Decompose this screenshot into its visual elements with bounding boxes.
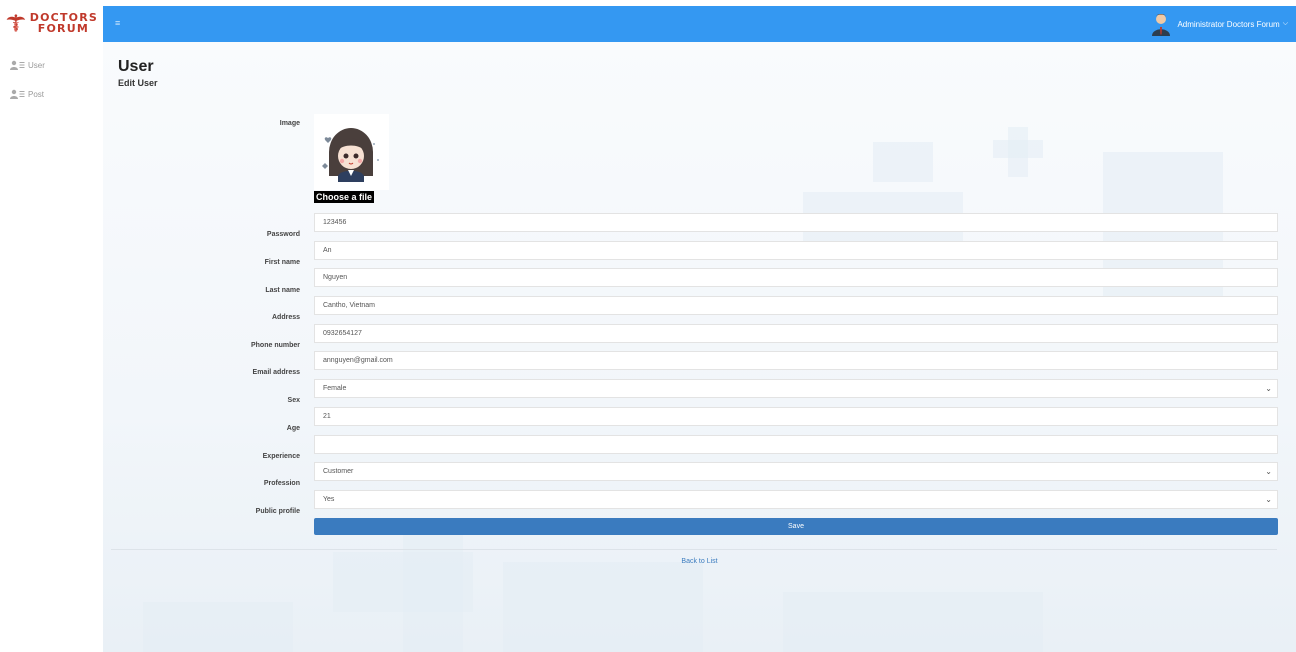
- address-label: Address: [271, 314, 300, 321]
- sex-label: Sex: [287, 397, 300, 404]
- users-icon: [10, 89, 25, 99]
- email-label: Email address: [252, 369, 300, 376]
- public-profile-select[interactable]: Yes ⌄: [314, 490, 1278, 509]
- public-profile-label: Public profile: [255, 508, 300, 515]
- main-content: User Edit User Image Choose a file Passw…: [103, 42, 1296, 652]
- sidebar-item-post[interactable]: Post: [10, 87, 45, 101]
- address-field[interactable]: Cantho, Vietnam: [314, 296, 1278, 315]
- chevron-down-icon: ⌄: [1265, 495, 1272, 504]
- address-value: Cantho, Vietnam: [323, 302, 376, 309]
- password-label: Password: [266, 231, 300, 238]
- phone-label: Phone number: [250, 342, 300, 349]
- last-name-label: Last name: [265, 287, 300, 294]
- caduceus-logo-icon: [6, 14, 26, 32]
- chevron-down-icon: ⌄: [1265, 467, 1272, 476]
- background-decoration: [403, 522, 463, 652]
- top-navbar: ≡ Administrator Doctors Forum ⌵: [103, 6, 1296, 42]
- brand-line2: FORUM: [37, 22, 90, 35]
- sex-value: Female: [323, 385, 347, 392]
- password-value: 123456: [323, 219, 347, 226]
- page-subtitle: Edit User: [118, 78, 158, 88]
- chevron-down-icon: ⌵: [1282, 20, 1288, 27]
- choose-file-button[interactable]: Choose a file: [314, 191, 375, 203]
- page-title: User: [118, 58, 154, 75]
- sidebar: DOCTORS FORUM User Post: [0, 0, 103, 652]
- age-label: Age: [286, 425, 300, 432]
- password-field[interactable]: 123456: [314, 213, 1278, 232]
- sidebar-item-user[interactable]: User: [10, 58, 45, 72]
- menu-toggle-icon[interactable]: ≡: [115, 18, 120, 28]
- profession-select[interactable]: Customer ⌄: [314, 462, 1278, 481]
- profession-value: Customer: [323, 468, 354, 475]
- background-decoration: [993, 140, 1043, 158]
- email-value: annguyen@gmail.com: [323, 357, 393, 364]
- chevron-down-icon: ⌄: [1265, 384, 1272, 393]
- users-icon: [10, 60, 25, 70]
- first-name-field[interactable]: An: [314, 241, 1278, 260]
- profession-label: Profession: [263, 480, 300, 487]
- background-decoration: [143, 602, 293, 652]
- back-to-list-link[interactable]: Back to List: [103, 558, 1296, 565]
- divider: [111, 549, 1277, 550]
- background-decoration: [873, 142, 933, 182]
- background-decoration: [503, 562, 703, 652]
- avatar: [1152, 14, 1171, 36]
- save-button[interactable]: Save: [314, 518, 1278, 535]
- age-value: 21: [323, 413, 331, 420]
- public-profile-value: Yes: [323, 496, 335, 503]
- sidebar-nav: User Post: [10, 58, 45, 116]
- age-field[interactable]: 21: [314, 407, 1278, 426]
- phone-field[interactable]: 0932654127: [314, 324, 1278, 343]
- sidebar-item-label: User: [28, 60, 45, 70]
- sex-select[interactable]: Female ⌄: [314, 379, 1278, 398]
- email-field[interactable]: annguyen@gmail.com: [314, 351, 1278, 370]
- experience-label: Experience: [262, 453, 300, 460]
- user-name: Administrator Doctors Forum: [1177, 19, 1280, 29]
- image-label: Image: [279, 120, 300, 127]
- experience-field[interactable]: [314, 435, 1278, 454]
- sidebar-item-label: Post: [28, 89, 45, 99]
- brand-logo[interactable]: DOCTORS FORUM: [6, 8, 98, 38]
- profile-image-preview: [314, 114, 389, 190]
- first-name-label: First name: [264, 259, 300, 266]
- phone-value: 0932654127: [323, 330, 362, 337]
- last-name-field[interactable]: Nguyen: [314, 268, 1278, 287]
- last-name-value: Nguyen: [323, 274, 348, 281]
- background-decoration: [783, 592, 1043, 652]
- first-name-value: An: [323, 247, 332, 254]
- user-menu-dropdown[interactable]: Administrator Doctors Forum ⌵: [1151, 10, 1288, 38]
